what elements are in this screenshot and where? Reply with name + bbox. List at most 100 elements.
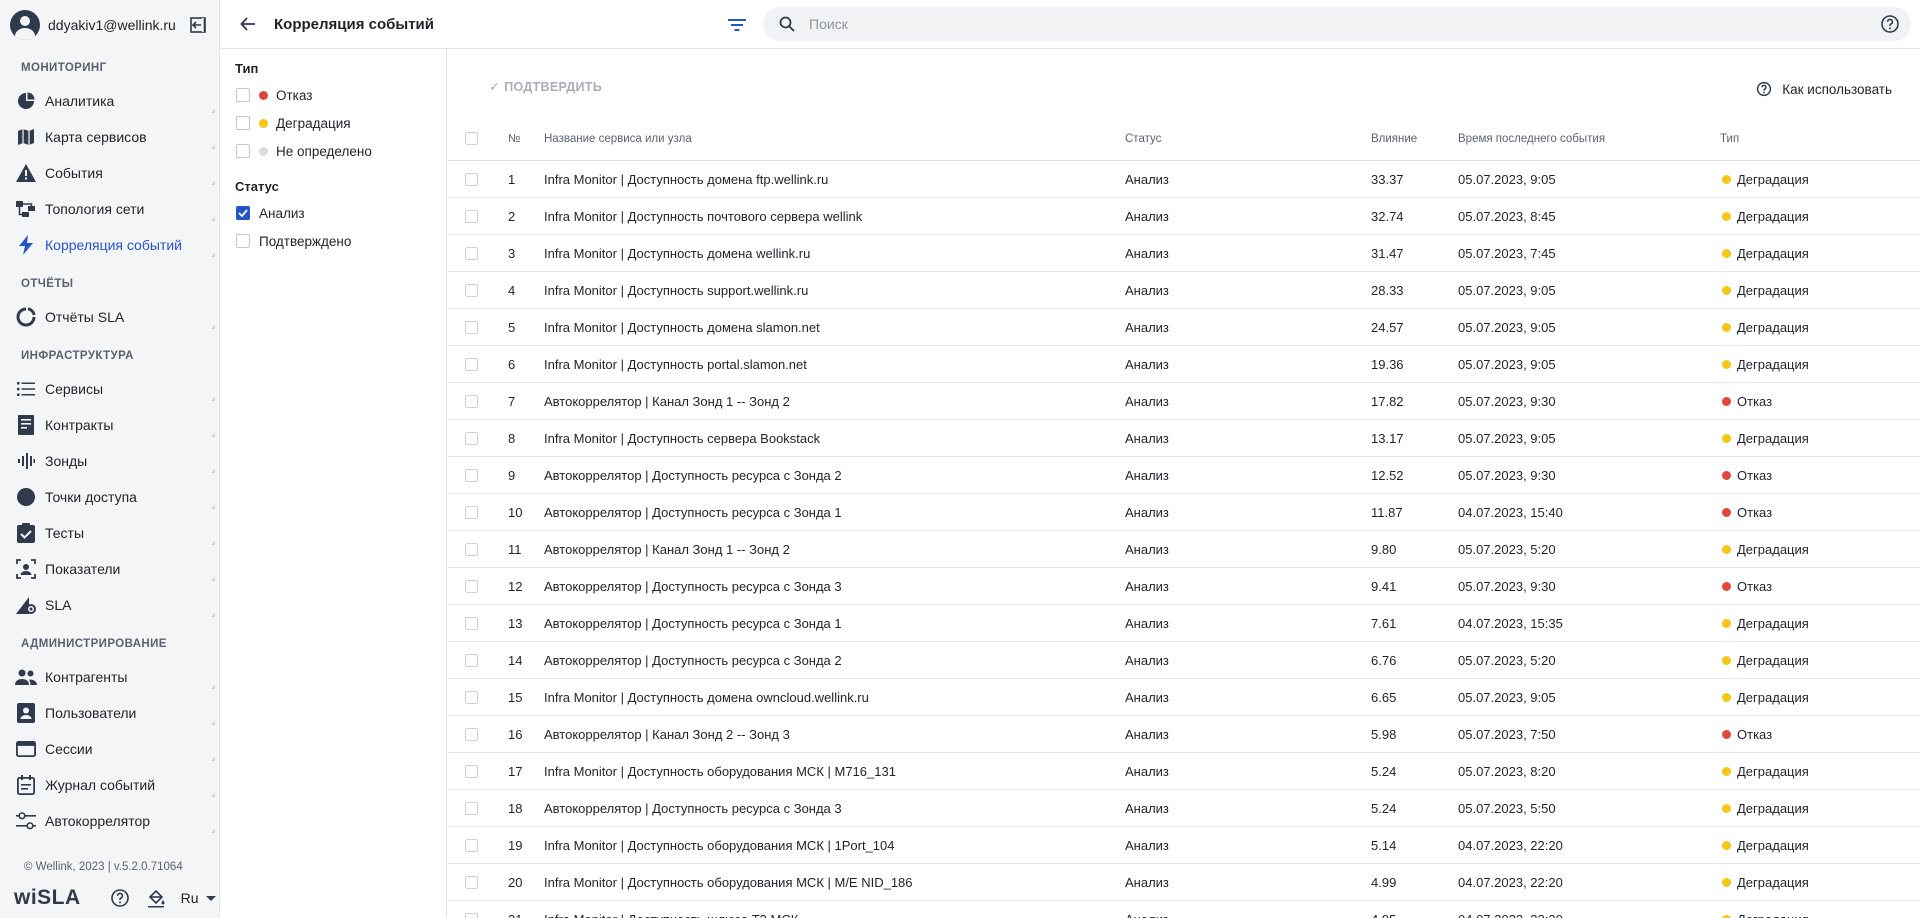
row-name[interactable]: Infra Monitor | Доступность оборудования… [544, 838, 1125, 853]
table-row[interactable]: 11 Автокоррелятор | Канал Зонд 1 -- Зонд… [448, 531, 1920, 568]
row-checkbox[interactable] [465, 875, 478, 889]
sidebar-item-list[interactable]: Сервисы [0, 371, 219, 407]
row-name[interactable]: Infra Monitor | Доступность оборудования… [544, 875, 1125, 890]
row-name[interactable]: Infra Monitor | Доступность домена owncl… [544, 690, 1125, 705]
sidebar-item-contract[interactable]: Контракты [0, 407, 219, 443]
avatar[interactable] [10, 9, 40, 40]
table-row[interactable]: 1 Infra Monitor | Доступность домена ftp… [448, 161, 1920, 198]
filter-type-option[interactable]: Отказ [221, 81, 446, 109]
sidebar-item-map[interactable]: Карта сервисов [0, 119, 219, 155]
wisla-logo[interactable]: wiSLA [14, 886, 81, 910]
row-checkbox[interactable] [465, 727, 478, 741]
checkbox[interactable] [236, 234, 250, 248]
row-checkbox[interactable] [465, 764, 478, 778]
table-row[interactable]: 4 Infra Monitor | Доступность support.we… [448, 272, 1920, 309]
table-row[interactable]: 18 Автокоррелятор | Доступность ресурса … [448, 790, 1920, 827]
row-name[interactable]: Infra Monitor | Доступность домена slamo… [544, 320, 1125, 335]
row-checkbox[interactable] [465, 246, 478, 260]
table-row[interactable]: 15 Infra Monitor | Доступность домена ow… [448, 679, 1920, 716]
filter-icon[interactable] [725, 13, 749, 37]
row-name[interactable]: Автокоррелятор | Доступность ресурса с З… [544, 616, 1125, 631]
table-row[interactable]: 19 Infra Monitor | Доступность оборудова… [448, 827, 1920, 864]
row-name[interactable]: Автокоррелятор | Доступность ресурса с З… [544, 468, 1125, 483]
sidebar-item-warning[interactable]: События [0, 155, 219, 191]
row-checkbox[interactable] [465, 431, 478, 445]
checkbox[interactable] [236, 88, 250, 102]
col-status[interactable]: Статус [1125, 133, 1371, 145]
row-checkbox[interactable] [465, 172, 478, 186]
table-row[interactable]: 17 Infra Monitor | Доступность оборудова… [448, 753, 1920, 790]
sidebar-item-report-circle[interactable]: Отчёты SLA [0, 299, 219, 335]
row-checkbox[interactable] [465, 616, 478, 630]
sidebar-item-access-point[interactable]: Точки доступа [0, 479, 219, 515]
table-row[interactable]: 10 Автокоррелятор | Доступность ресурса … [448, 494, 1920, 531]
table-row[interactable]: 9 Автокоррелятор | Доступность ресурса с… [448, 457, 1920, 494]
table-row[interactable]: 13 Автокоррелятор | Доступность ресурса … [448, 605, 1920, 642]
row-checkbox[interactable] [465, 320, 478, 334]
row-checkbox[interactable] [465, 394, 478, 408]
row-checkbox[interactable] [465, 209, 478, 223]
row-checkbox[interactable] [465, 283, 478, 297]
checkbox[interactable] [236, 144, 250, 158]
filter-status-option[interactable]: Анализ [221, 199, 446, 227]
table-row[interactable]: 20 Infra Monitor | Доступность оборудова… [448, 864, 1920, 901]
table-row[interactable]: 3 Infra Monitor | Доступность домена wel… [448, 235, 1920, 272]
sidebar-item-sla-gear[interactable]: SLA [0, 587, 219, 623]
row-name[interactable]: Infra Monitor | Доступность portal.slamo… [544, 357, 1125, 372]
row-checkbox[interactable] [465, 690, 478, 704]
filter-type-option[interactable]: Деградация [221, 109, 446, 137]
row-checkbox[interactable] [465, 357, 478, 371]
row-name[interactable]: Автокоррелятор | Канал Зонд 1 -- Зонд 2 [544, 542, 1125, 557]
row-name[interactable]: Infra Monitor | Доступность support.well… [544, 283, 1125, 298]
sidebar-item-metrics[interactable]: Показатели [0, 551, 219, 587]
row-checkbox[interactable] [465, 468, 478, 482]
table-row[interactable]: 5 Infra Monitor | Доступность домена sla… [448, 309, 1920, 346]
row-name[interactable]: Автокоррелятор | Доступность ресурса с З… [544, 801, 1125, 816]
row-name[interactable]: Infra Monitor | Доступность шлюза T3 МСК [544, 912, 1125, 918]
row-checkbox[interactable] [465, 579, 478, 593]
row-name[interactable]: Infra Monitor | Доступность сервера Book… [544, 431, 1125, 446]
user-email[interactable]: ddyakiv1@wellink.ru [48, 17, 187, 33]
filter-type-option[interactable]: Не определено [221, 137, 446, 165]
sidebar-item-clipboard-check[interactable]: Тесты [0, 515, 219, 551]
row-name[interactable]: Автокоррелятор | Канал Зонд 1 -- Зонд 2 [544, 394, 1125, 409]
col-number[interactable]: № [508, 133, 544, 145]
sidebar-item-session[interactable]: Сессии [0, 731, 219, 767]
row-name[interactable]: Автокоррелятор | Доступность ресурса с З… [544, 579, 1125, 594]
theme-paint-icon[interactable] [145, 887, 167, 909]
row-name[interactable]: Автокоррелятор | Канал Зонд 2 -- Зонд 3 [544, 727, 1125, 742]
table-row[interactable]: 2 Infra Monitor | Доступность почтового … [448, 198, 1920, 235]
sidebar-item-people[interactable]: Контрагенты [0, 659, 219, 695]
checkbox[interactable] [236, 206, 250, 220]
row-checkbox[interactable] [465, 801, 478, 815]
back-arrow-icon[interactable] [236, 12, 260, 36]
table-row[interactable]: 12 Автокоррелятор | Доступность ресурса … [448, 568, 1920, 605]
col-impact[interactable]: Влияние [1371, 133, 1458, 145]
logout-icon[interactable] [187, 14, 209, 36]
row-name[interactable]: Автокоррелятор | Доступность ресурса с З… [544, 505, 1125, 520]
confirm-button[interactable]: ✓ ПОДТВЕРДИТЬ [489, 79, 602, 95]
row-checkbox[interactable] [465, 542, 478, 556]
table-row[interactable]: 14 Автокоррелятор | Доступность ресурса … [448, 642, 1920, 679]
sidebar-item-user-badge[interactable]: Пользователи [0, 695, 219, 731]
sidebar-item-pie-chart[interactable]: Аналитика [0, 83, 219, 119]
table-row[interactable]: 21 Infra Monitor | Доступность шлюза T3 … [448, 901, 1920, 918]
select-all-checkbox[interactable] [465, 132, 478, 145]
col-type[interactable]: Тип [1720, 133, 1920, 145]
sidebar-item-network-topology[interactable]: Топология сети [0, 191, 219, 227]
row-name[interactable]: Infra Monitor | Доступность домена ftp.w… [544, 172, 1125, 187]
filter-status-option[interactable]: Подтверждено [221, 227, 446, 255]
row-checkbox[interactable] [465, 505, 478, 519]
table-row[interactable]: 8 Infra Monitor | Доступность сервера Bo… [448, 420, 1920, 457]
checkbox[interactable] [236, 116, 250, 130]
table-row[interactable]: 16 Автокоррелятор | Канал Зонд 2 -- Зонд… [448, 716, 1920, 753]
table-row[interactable]: 7 Автокоррелятор | Канал Зонд 1 -- Зонд … [448, 383, 1920, 420]
sidebar-item-sliders[interactable]: Автокоррелятор [0, 803, 219, 839]
col-name[interactable]: Название сервиса или узла [544, 133, 1125, 145]
sidebar-item-probe[interactable]: Зонды [0, 443, 219, 479]
row-name[interactable]: Infra Monitor | Доступность оборудования… [544, 764, 1125, 779]
help-icon[interactable] [1879, 13, 1901, 35]
row-name[interactable]: Infra Monitor | Доступность почтового се… [544, 209, 1125, 224]
search-input[interactable] [809, 16, 1879, 32]
row-name[interactable]: Автокоррелятор | Доступность ресурса с З… [544, 653, 1125, 668]
